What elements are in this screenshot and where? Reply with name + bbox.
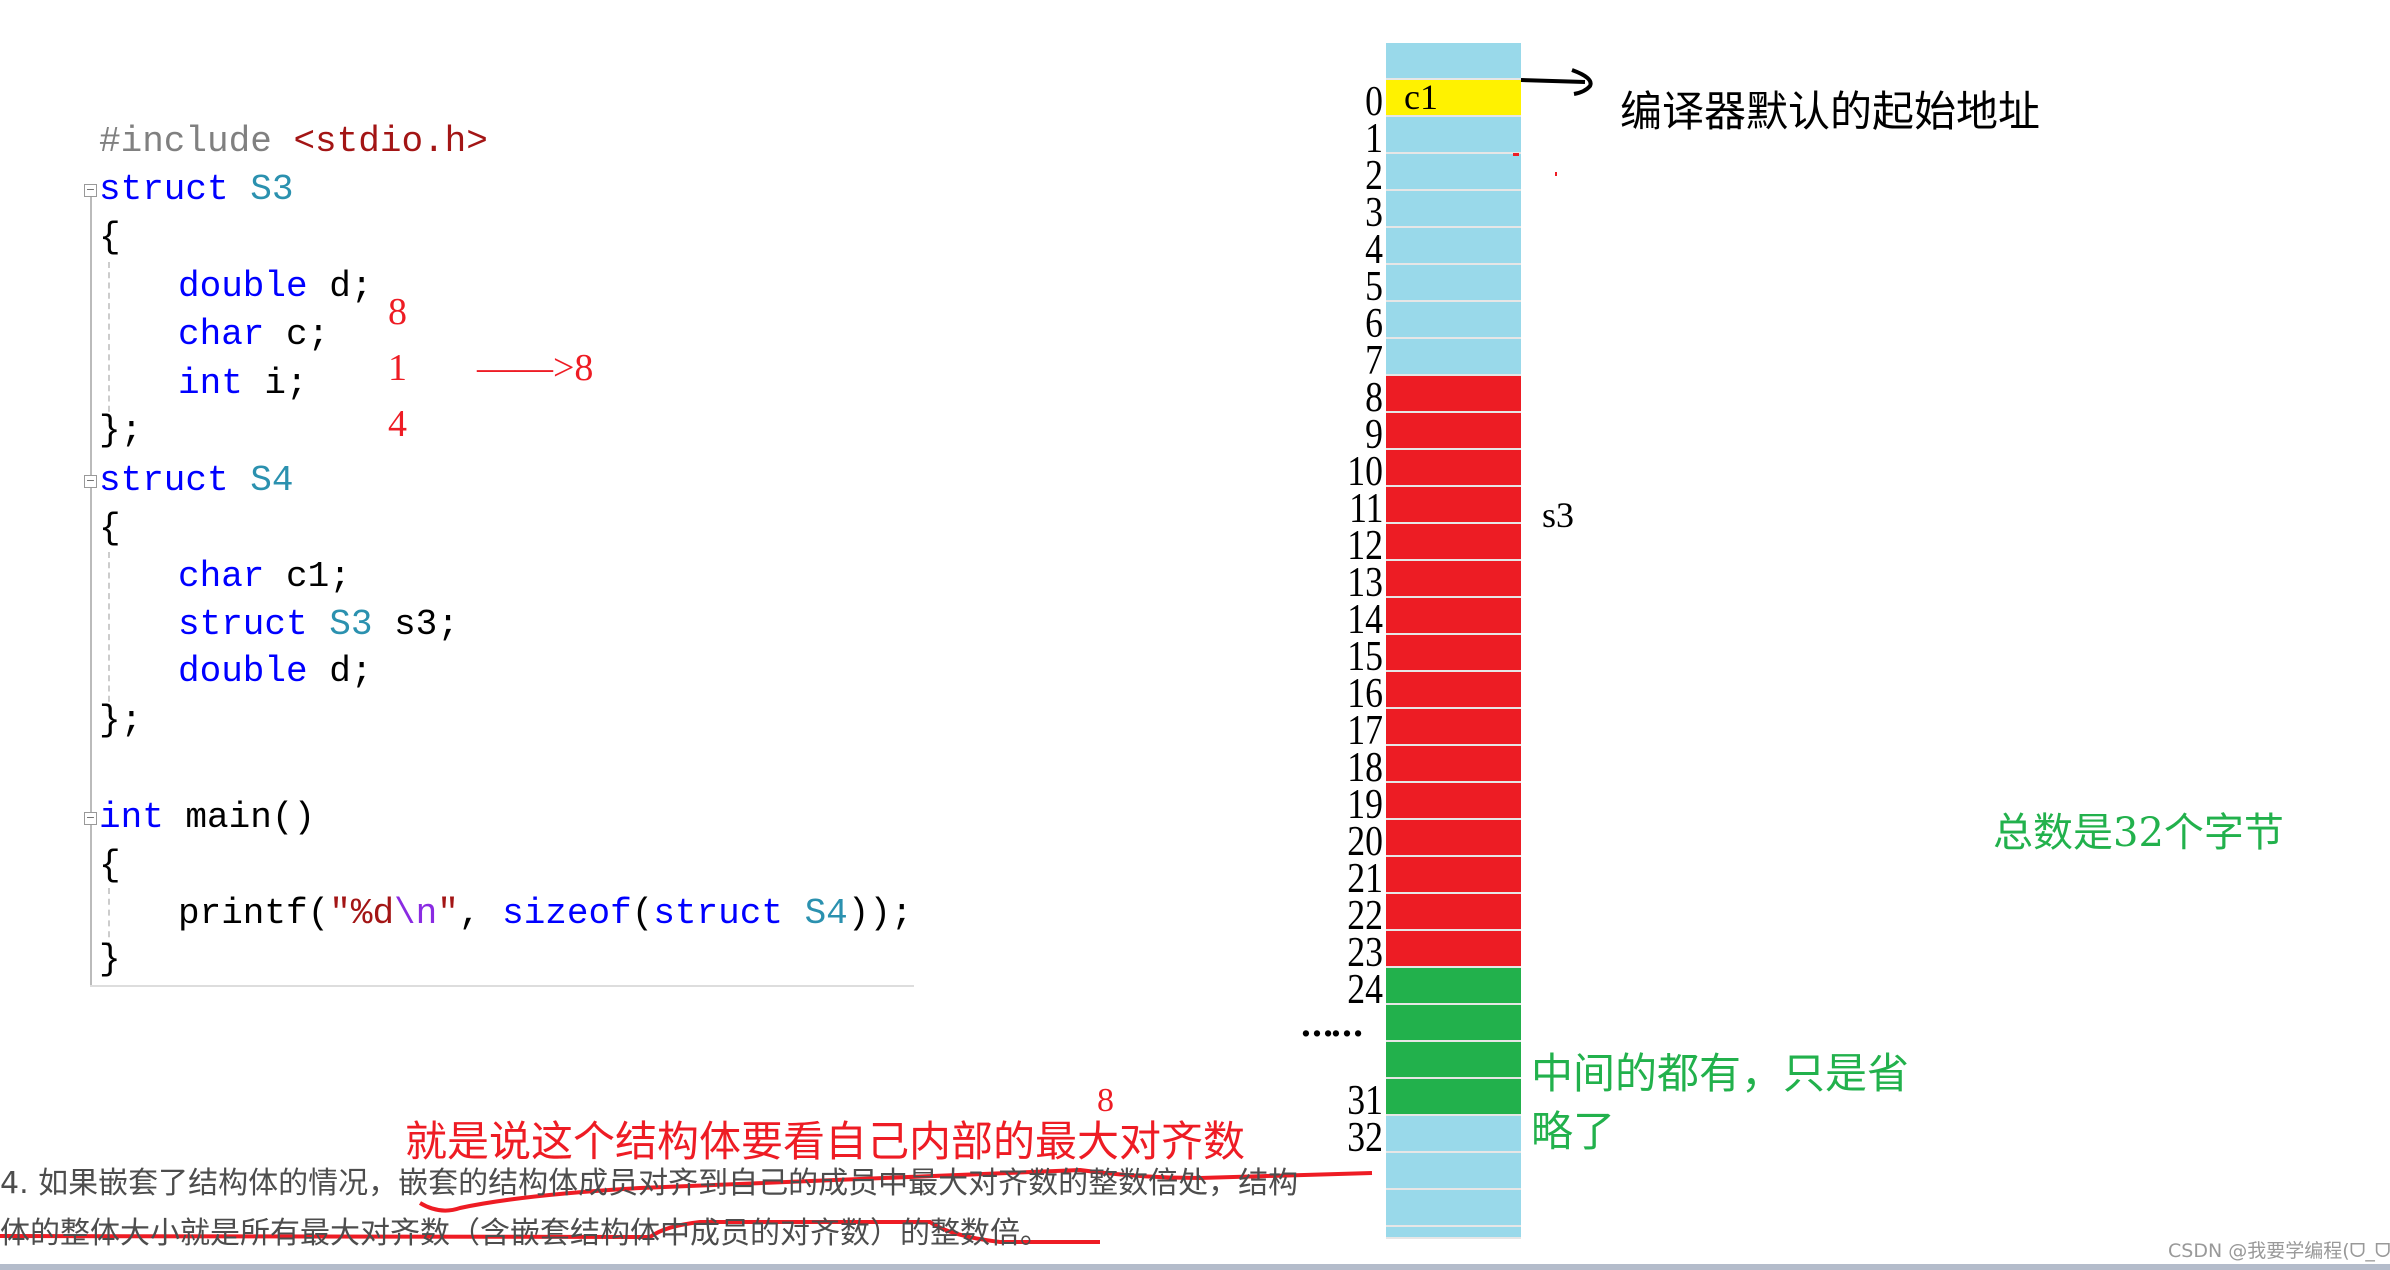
bottom-bar [0, 1264, 2390, 1270]
rule-paragraph-line: 体的整体大小就是所有最大对齐数（含嵌套结构体中成员的对齐数）的整数倍。 [0, 1216, 1050, 1251]
rule-paragraph-line: 4. 如果嵌套了结构体的情况，嵌套的结构体成员对齐到自己的成员中最大对齐数的整数… [0, 1166, 1299, 1201]
annotation-strokes [0, 68, 1593, 1244]
s3-label: s3 [1542, 495, 1575, 535]
red-mark [1513, 153, 1519, 156]
arrow-icon [1520, 68, 1593, 96]
red-note-number: 8 [1097, 1082, 1114, 1119]
start-address-note: 编译器默认的起始地址 [1620, 87, 2041, 136]
omitted-note: 略了 [1531, 1107, 1616, 1156]
omitted-note: 中间的都有，只是省 [1531, 1049, 1910, 1098]
total-size-note: 总数是32个字节 [1993, 810, 2284, 856]
red-mark [1555, 172, 1557, 176]
watermark: CSDN @我要学编程(ᗜ_ᗜ) [2168, 1240, 2390, 1262]
